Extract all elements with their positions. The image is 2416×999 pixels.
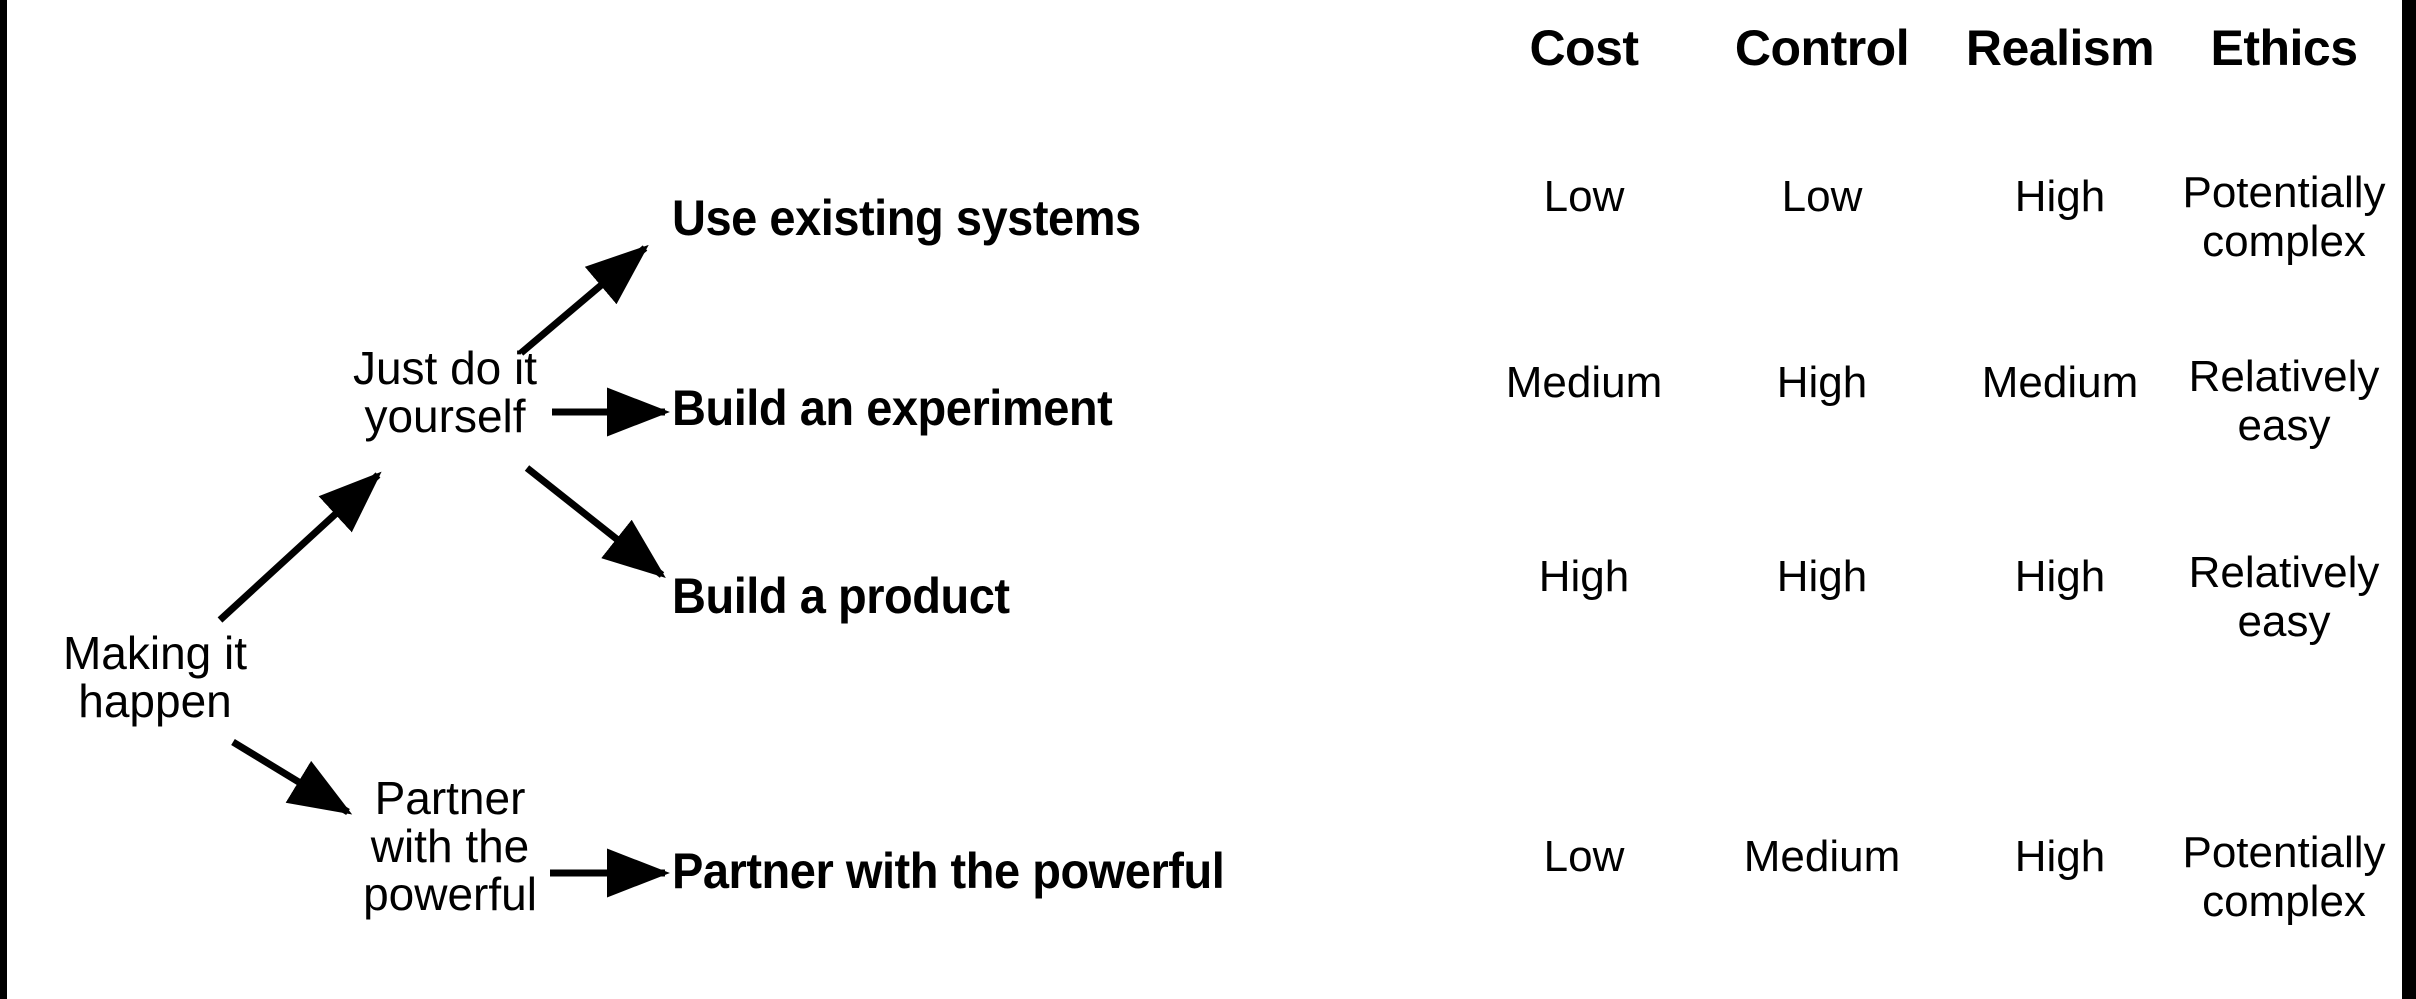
table-column-header-control: Control bbox=[1734, 20, 1910, 76]
table-column-header-cost: Cost bbox=[1529, 20, 1639, 76]
table-cell-r3-cost: Low bbox=[1543, 832, 1625, 881]
table-cell-r1-cost: Medium bbox=[1505, 358, 1663, 407]
table-cell-r1-realism: Medium bbox=[1981, 358, 2139, 407]
table-cell-r2-cost: High bbox=[1538, 552, 1630, 601]
leaf-label-use-existing-systems: Use existing systems bbox=[672, 190, 1141, 246]
branch-label-just-do-it-yourself: Just do it yourself bbox=[352, 342, 538, 442]
table-cell-r0-cost: Low bbox=[1543, 172, 1625, 221]
arrow-branch-to-use-existing-systems bbox=[518, 244, 649, 356]
branch-label-partner-with-the-powerful: Partner with the powerful bbox=[363, 772, 537, 920]
table-cell-r3-control: Medium bbox=[1743, 832, 1901, 881]
arrow-root-to-just-do-it-yourself bbox=[217, 471, 382, 623]
table-cell-r2-ethics: Relatively easy bbox=[2188, 548, 2380, 647]
root-node-label: Making it happen bbox=[62, 627, 248, 727]
table-cell-r0-control: Low bbox=[1781, 172, 1863, 221]
table-cell-r2-realism: High bbox=[2014, 552, 2106, 601]
table-cell-r3-realism: High bbox=[2014, 832, 2106, 881]
table-column-header-ethics: Ethics bbox=[2210, 20, 2358, 76]
leaf-label-build-a-product: Build a product bbox=[672, 568, 1010, 624]
table-cell-r1-ethics: Relatively easy bbox=[2188, 352, 2380, 451]
leaf-label-partner-with-the-powerful: Partner with the powerful bbox=[672, 843, 1225, 899]
table-cell-r1-control: High bbox=[1776, 358, 1868, 407]
arrow-root-to-partner-with-the-powerful bbox=[231, 739, 353, 815]
leaf-label-build-an-experiment: Build an experiment bbox=[672, 380, 1113, 436]
arrow-branch-to-build-a-product bbox=[524, 465, 666, 579]
diagram-canvas: Making it happen Just do it yourself Par… bbox=[0, 0, 2416, 999]
diagram-content: Making it happen Just do it yourself Par… bbox=[0, 0, 2416, 999]
table-column-header-realism: Realism bbox=[1965, 20, 2155, 76]
table-cell-r0-ethics: Potentially complex bbox=[2182, 168, 2386, 267]
table-cell-r2-control: High bbox=[1776, 552, 1868, 601]
table-cell-r0-realism: High bbox=[2014, 172, 2106, 221]
table-cell-r3-ethics: Potentially complex bbox=[2182, 828, 2386, 927]
